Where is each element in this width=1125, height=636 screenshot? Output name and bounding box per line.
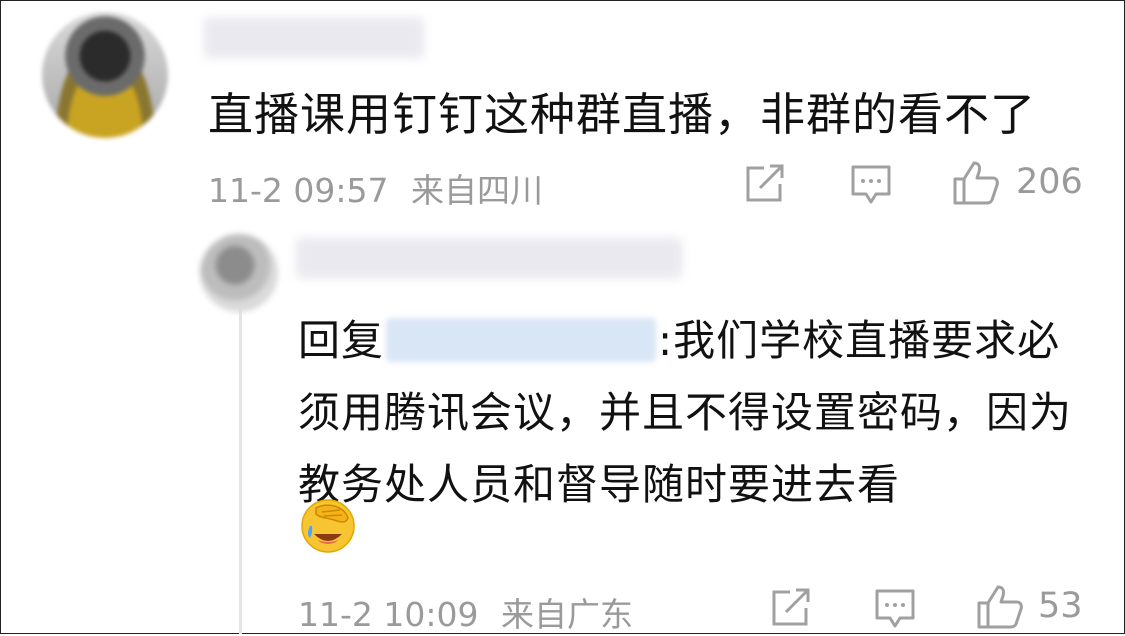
comment-icon[interactable]: [874, 588, 916, 630]
reply-prefix: 回复: [298, 316, 385, 365]
avatar[interactable]: [42, 12, 168, 138]
share-icon[interactable]: [770, 588, 812, 628]
facepalm-laugh-emoji: [301, 499, 355, 553]
username-blurred[interactable]: [204, 18, 424, 58]
like-icon[interactable]: [976, 584, 1024, 630]
reply-text-block: 回复:我们学校直播要求必须用腾讯会议，并且不得设置密码，因为教务处人员和督导随时…: [298, 305, 1078, 521]
comment-time: 11-2 09:57: [208, 171, 389, 210]
like-count: 206: [1016, 162, 1083, 202]
reply-time: 11-2 10:09: [298, 595, 479, 634]
mention-blurred[interactable]: [386, 317, 657, 362]
reply-like-count: 53: [1038, 586, 1083, 626]
reply-meta: 11-2 10:09 来自广东: [298, 588, 633, 636]
reply-username-blurred[interactable]: [296, 238, 682, 278]
share-icon[interactable]: [744, 164, 786, 204]
like-icon[interactable]: [952, 160, 1000, 206]
comment-meta: 11-2 09:57 来自四川: [208, 164, 543, 212]
comment-text: 直播课用钉钉这种群直播，非群的看不了: [208, 88, 1037, 141]
reply-location: 来自广东: [501, 595, 633, 634]
reply-avatar[interactable]: [200, 234, 278, 312]
comment-location: 来自四川: [411, 171, 543, 210]
reply-thread-line: [239, 308, 242, 634]
comment-icon[interactable]: [850, 164, 892, 206]
